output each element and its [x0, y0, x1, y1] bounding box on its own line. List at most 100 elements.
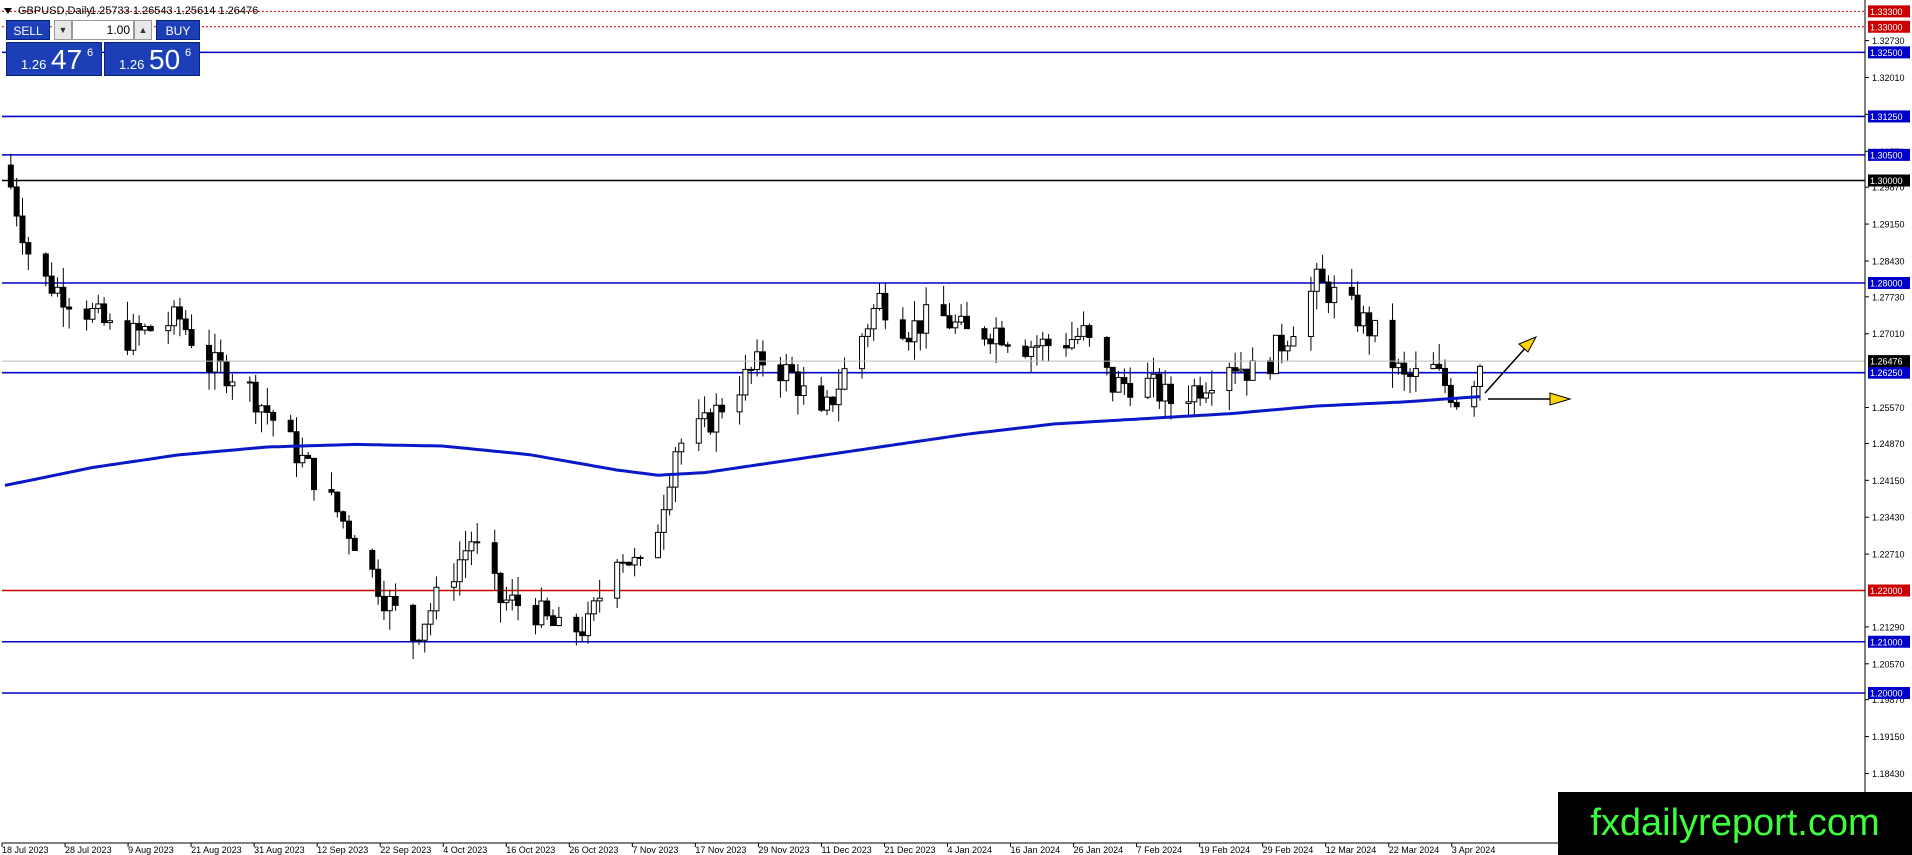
- candle-body-56[interactable]: [328, 489, 335, 493]
- candle-body-148[interactable]: [864, 328, 871, 337]
- candle-body-115[interactable]: [672, 451, 679, 488]
- candle-body-182[interactable]: [1063, 345, 1070, 349]
- candle-body-134[interactable]: [783, 364, 790, 382]
- candle-body-183[interactable]: [1068, 339, 1075, 349]
- lot-size-input[interactable]: [72, 20, 134, 40]
- candle-body-184[interactable]: [1074, 335, 1081, 341]
- candle-body-156[interactable]: [911, 320, 918, 343]
- candle-body-43[interactable]: [252, 381, 259, 413]
- candle-body-147[interactable]: [859, 335, 866, 370]
- candle-body-197[interactable]: [1150, 373, 1157, 379]
- candle-body-46[interactable]: [270, 411, 277, 421]
- candle-body-221[interactable]: [1290, 336, 1297, 347]
- candle-body-107[interactable]: [625, 561, 632, 566]
- candle-body-127[interactable]: [742, 368, 749, 396]
- candle-body-81[interactable]: [474, 541, 481, 544]
- candle-body-121[interactable]: [707, 412, 714, 433]
- candle-body-193[interactable]: [1127, 383, 1134, 398]
- candle-body-3[interactable]: [19, 215, 26, 244]
- candle-body-246[interactable]: [1436, 363, 1443, 369]
- candle-body-149[interactable]: [870, 308, 877, 330]
- candle-body-142[interactable]: [829, 396, 836, 406]
- candle-body-245[interactable]: [1430, 363, 1437, 370]
- candle-body-123[interactable]: [719, 404, 726, 413]
- candle-body-98[interactable]: [573, 616, 580, 633]
- candle-body-140[interactable]: [818, 385, 825, 411]
- candle-body-21[interactable]: [124, 320, 131, 351]
- sell-price-quote[interactable]: 1.26 47 6: [6, 42, 102, 76]
- candle-body-227[interactable]: [1325, 281, 1332, 304]
- candle-body-249[interactable]: [1453, 401, 1460, 408]
- candle-body-219[interactable]: [1278, 334, 1285, 352]
- candle-body-190[interactable]: [1109, 366, 1116, 393]
- candle-body-105[interactable]: [614, 561, 621, 599]
- candle-body-171[interactable]: [998, 327, 1005, 346]
- candle-body-7[interactable]: [42, 253, 49, 277]
- candle-body-233[interactable]: [1360, 312, 1367, 327]
- candle-body-25[interactable]: [147, 325, 154, 332]
- candle-body-35[interactable]: [206, 344, 213, 373]
- candle-body-161[interactable]: [940, 304, 947, 317]
- candle-body-72[interactable]: [421, 623, 428, 641]
- candle-body-176[interactable]: [1028, 346, 1035, 357]
- candle-body-130[interactable]: [759, 351, 766, 366]
- candle-body-95[interactable]: [555, 616, 562, 627]
- candle-body-100[interactable]: [585, 613, 592, 637]
- candle-body-164[interactable]: [958, 315, 965, 323]
- candle-body-157[interactable]: [917, 320, 924, 334]
- candle-body-158[interactable]: [923, 304, 930, 334]
- candle-body-24[interactable]: [141, 325, 148, 331]
- candle-body-126[interactable]: [736, 394, 743, 413]
- candle-body-224[interactable]: [1307, 290, 1314, 338]
- arrow-up[interactable]: [1484, 336, 1538, 394]
- candle-body-63[interactable]: [369, 549, 376, 570]
- candle-body-86[interactable]: [503, 599, 510, 604]
- buy-price-quote[interactable]: 1.26 50 6: [104, 42, 200, 76]
- candle-body-169[interactable]: [987, 338, 994, 345]
- candle-body-162[interactable]: [946, 315, 953, 329]
- candle-body-57[interactable]: [334, 491, 341, 513]
- candle-body-106[interactable]: [619, 561, 626, 564]
- candle-body-207[interactable]: [1208, 390, 1215, 394]
- candle-body-10[interactable]: [60, 286, 67, 308]
- candle-body-144[interactable]: [841, 368, 848, 390]
- candle-body-22[interactable]: [130, 322, 137, 351]
- candle-body-74[interactable]: [433, 586, 440, 612]
- candle-body-155[interactable]: [905, 337, 912, 343]
- candle-body-67[interactable]: [392, 595, 399, 606]
- candle-body-42[interactable]: [246, 381, 253, 384]
- candle-body-177[interactable]: [1033, 345, 1040, 348]
- candle-body-78[interactable]: [456, 559, 463, 583]
- candle-body-247[interactable]: [1442, 367, 1449, 386]
- candle-body-206[interactable]: [1202, 392, 1209, 399]
- candle-body-163[interactable]: [952, 321, 959, 329]
- candle-body-238[interactable]: [1389, 319, 1396, 369]
- candle-body-239[interactable]: [1395, 362, 1402, 369]
- candle-body-242[interactable]: [1412, 368, 1419, 377]
- candle-body-204[interactable]: [1191, 385, 1198, 403]
- candle-body-93[interactable]: [544, 600, 551, 617]
- candle-body-84[interactable]: [491, 542, 498, 574]
- candle-body-30[interactable]: [176, 306, 183, 320]
- candle-body-99[interactable]: [579, 631, 586, 637]
- candle-body-235[interactable]: [1372, 319, 1379, 337]
- candle-body-165[interactable]: [963, 315, 970, 330]
- candle-body-225[interactable]: [1313, 268, 1320, 292]
- candle-body-45[interactable]: [264, 405, 271, 413]
- candle-body-241[interactable]: [1407, 373, 1414, 377]
- candle-body-28[interactable]: [165, 325, 172, 332]
- candle-body-23[interactable]: [136, 322, 143, 331]
- candle-body-94[interactable]: [550, 615, 557, 627]
- candle-body-172[interactable]: [1004, 344, 1011, 347]
- candle-body-17[interactable]: [101, 303, 108, 324]
- candle-body-1[interactable]: [7, 164, 14, 188]
- candle-body-137[interactable]: [800, 385, 807, 396]
- candle-body-16[interactable]: [95, 303, 102, 309]
- candle-body-71[interactable]: [415, 639, 422, 642]
- candle-body-150[interactable]: [876, 292, 883, 310]
- candle-body-211[interactable]: [1232, 367, 1239, 372]
- candle-body-218[interactable]: [1272, 334, 1279, 375]
- price-chart[interactable]: 1.348701.341501.327301.320101.312901.305…: [0, 0, 1912, 855]
- candle-body-175[interactable]: [1022, 345, 1029, 357]
- candle-body-113[interactable]: [660, 509, 667, 533]
